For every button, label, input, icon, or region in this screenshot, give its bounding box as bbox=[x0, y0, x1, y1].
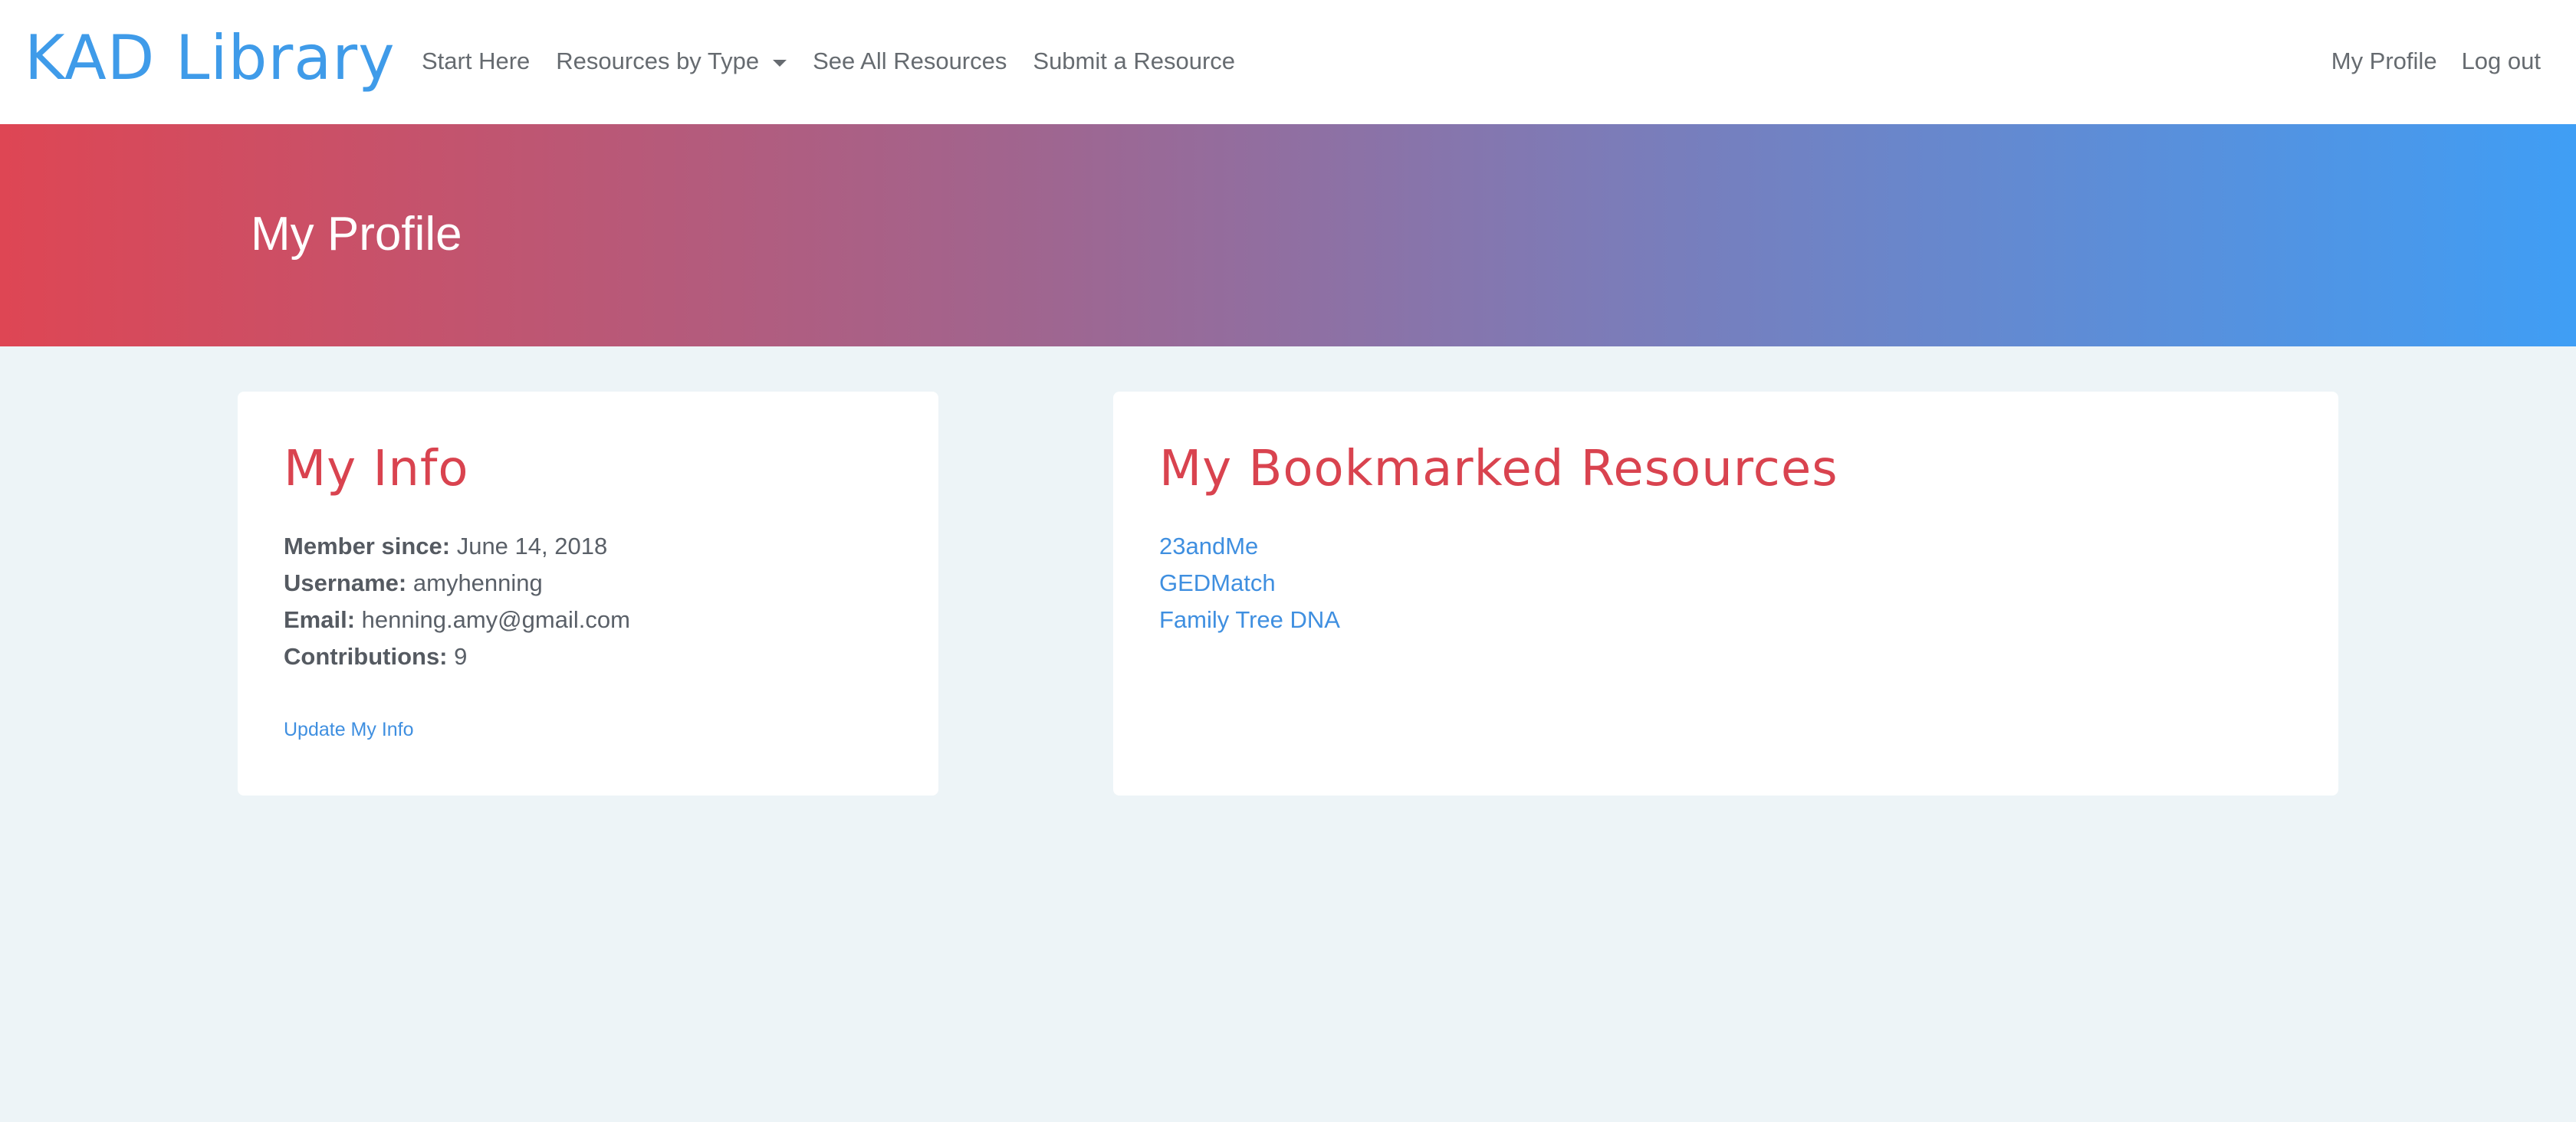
top-navbar: KAD Library Start Here Resources by Type… bbox=[0, 0, 2576, 124]
nav-see-all-resources[interactable]: See All Resources bbox=[813, 48, 1007, 75]
nav-log-out[interactable]: Log out bbox=[2462, 48, 2541, 75]
info-username-value: amyhenning bbox=[412, 569, 543, 596]
main-nav: Start Here Resources by Type See All Res… bbox=[422, 40, 1261, 83]
bookmark-link-23andme[interactable]: 23andMe bbox=[1159, 533, 1258, 559]
bookmark-link-family-tree-dna[interactable]: Family Tree DNA bbox=[1159, 606, 1340, 633]
info-email-label: Email: bbox=[284, 606, 356, 633]
bookmarked-resources-card: My Bookmarked Resources 23andMe GEDMatch… bbox=[1113, 392, 2338, 796]
nav-submit-resource[interactable]: Submit a Resource bbox=[1033, 48, 1235, 75]
info-contributions: Contributions: 9 bbox=[284, 638, 630, 675]
nav-my-profile-label: My Profile bbox=[2331, 48, 2437, 74]
info-contributions-label: Contributions: bbox=[284, 643, 448, 670]
list-item: 23andMe bbox=[1159, 528, 1340, 565]
profile-info-list: Member since: June 14, 2018 Username: am… bbox=[284, 528, 630, 675]
nav-start-here[interactable]: Start Here bbox=[422, 48, 530, 75]
info-username-label: Username: bbox=[284, 569, 407, 596]
hero-banner: My Profile bbox=[0, 124, 2576, 346]
list-item: GEDMatch bbox=[1159, 565, 1340, 602]
info-email: Email: henning.amy@gmail.com bbox=[284, 602, 630, 638]
bookmarked-resources-title: My Bookmarked Resources bbox=[1159, 441, 1838, 497]
nav-start-here-label: Start Here bbox=[422, 48, 531, 74]
update-my-info-link[interactable]: Update My Info bbox=[284, 717, 414, 743]
user-nav: My Profile Log out bbox=[2307, 40, 2541, 83]
my-info-card: My Info Member since: June 14, 2018 User… bbox=[238, 392, 938, 796]
info-username: Username: amyhenning bbox=[284, 565, 630, 602]
info-email-value: henning.amy@gmail.com bbox=[361, 606, 630, 633]
nav-resources-by-type-label: Resources by Type bbox=[556, 48, 760, 74]
bookmark-list: 23andMe GEDMatch Family Tree DNA bbox=[1159, 528, 1340, 638]
brand-logo[interactable]: KAD Library bbox=[25, 20, 396, 97]
nav-see-all-resources-label: See All Resources bbox=[813, 48, 1007, 74]
nav-my-profile[interactable]: My Profile bbox=[2331, 48, 2437, 75]
caret-down-icon bbox=[773, 59, 787, 67]
page-title: My Profile bbox=[251, 208, 462, 261]
list-item: Family Tree DNA bbox=[1159, 602, 1340, 638]
nav-log-out-label: Log out bbox=[2461, 48, 2541, 74]
nav-resources-by-type-dropdown[interactable]: Resources by Type bbox=[556, 48, 787, 75]
bookmark-link-gedmatch[interactable]: GEDMatch bbox=[1159, 569, 1276, 596]
info-member-since: Member since: June 14, 2018 bbox=[284, 528, 630, 565]
info-member-since-value: June 14, 2018 bbox=[456, 533, 608, 559]
my-info-title: My Info bbox=[284, 441, 469, 497]
info-member-since-label: Member since: bbox=[284, 533, 451, 559]
nav-submit-resource-label: Submit a Resource bbox=[1033, 48, 1236, 74]
info-contributions-value: 9 bbox=[454, 643, 468, 670]
